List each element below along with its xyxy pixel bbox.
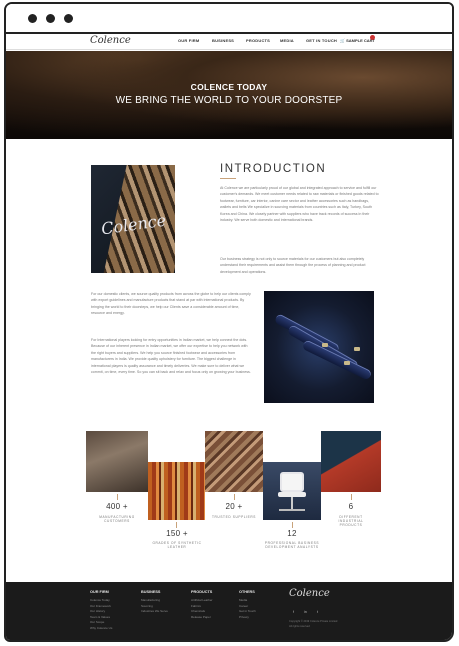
facebook-icon[interactable]: f [293, 610, 294, 614]
footer-heading: BUSINESS [141, 590, 161, 594]
hero-subtitle: WE BRING THE WORLD TO YOUR DOORSTEP [115, 95, 343, 106]
footer-heading: PRODUCTS [191, 590, 213, 594]
hero-banner: COLENCE TODAY WE BRING THE WORLD TO YOUR… [6, 51, 452, 139]
stat-label: MANUFACTURING CUSTOMERS [99, 515, 135, 524]
intro-heading: INTRODUCTION [220, 163, 327, 175]
footer-column-our-firm: OUR FIRM Colence Today Our Framework Our… [90, 590, 112, 631]
cart-badge [370, 35, 375, 40]
nav-item-products[interactable]: PRODUCTS [246, 38, 280, 43]
stat-label: GRADES OF SYNTHETIC LEATHER [152, 541, 202, 550]
stat-number: 20 + [225, 502, 243, 511]
footer-link[interactable]: Get in Touch [239, 609, 256, 615]
nav-item-our-firm[interactable]: OUR FIRM [178, 38, 212, 43]
footer-link[interactable]: Colence Today [90, 598, 112, 604]
fabric-stack-photo [205, 431, 263, 492]
stat-tick [351, 494, 352, 500]
chair-back [280, 472, 304, 492]
intro-image: Colence [91, 165, 175, 273]
footer-heading: OTHERS [239, 590, 255, 594]
leather-swatches-photo [148, 462, 205, 520]
footer-link[interactable]: Release Paper [191, 615, 213, 621]
roll-material-photo [321, 431, 381, 492]
footer-heading: OUR FIRM [90, 590, 109, 594]
factory-photo [86, 431, 148, 492]
stat-tick [117, 494, 118, 500]
window-chrome [6, 4, 452, 34]
footer-column-products: PRODUCTS Artificial Leather Fabrics Chem… [191, 590, 213, 620]
twitter-icon[interactable]: t [317, 610, 318, 614]
stat-label: DIFFERENT INDUSTRIAL PRODUCTS [338, 515, 364, 528]
buckle-detail [322, 343, 328, 347]
rights-text: All rights reserved [289, 625, 310, 628]
intro-paragraph-3: For our domestic clients, we source qual… [91, 292, 251, 316]
window-dot-icon[interactable] [64, 14, 73, 23]
nav-item-business[interactable]: BUSINESS [212, 38, 246, 43]
site-logo[interactable]: Colence [90, 35, 131, 46]
stat-number: 6 [348, 502, 354, 511]
stat-number: 150 + [166, 529, 188, 538]
footer-link[interactable]: Privacy [239, 615, 256, 621]
browser-window: Colence OUR FIRM BUSINESS PRODUCTS MEDIA… [4, 2, 454, 642]
intro-paragraph-4: For International players looking for en… [91, 338, 251, 375]
intro-paragraph-2: Our business strategy is not only to sou… [220, 257, 366, 274]
nav-item-media[interactable]: MEDIA [280, 38, 306, 43]
intro-paragraph-1: At Colence we are particularly proud of … [220, 186, 379, 223]
footer-link[interactable]: Artificial Leather [191, 598, 213, 604]
stat-tick [234, 494, 235, 500]
window-dot-icon[interactable] [28, 14, 37, 23]
chair-base [279, 509, 305, 511]
heading-underline [220, 178, 236, 179]
footer-link[interactable]: Why Colence Us [90, 626, 112, 632]
chair-stem [291, 497, 293, 509]
stat-number: 12 [287, 529, 297, 538]
sample-cart-link[interactable]: 🛒 SAMPLE CART [340, 35, 375, 43]
footer-link[interactable]: Industries We Serve [141, 609, 168, 615]
stat-label: PROFESSIONAL BUSINESS DEVELOPMENT ANALYS… [264, 541, 320, 550]
buckle-detail [354, 347, 360, 351]
buckle-detail [344, 361, 350, 365]
cart-icon: 🛒 [340, 38, 345, 43]
top-navigation: Colence OUR FIRM BUSINESS PRODUCTS MEDIA… [6, 34, 452, 50]
chair-photo [263, 462, 321, 520]
copyright-text: Copyright © 2019 Colence Private Limited [289, 620, 338, 623]
stat-label: TRUSTED SUPPLIERS [211, 515, 257, 519]
stat-number: 400 + [106, 502, 128, 511]
insoles-image [264, 291, 374, 403]
hero-title: COLENCE TODAY [190, 82, 268, 92]
window-dot-icon[interactable] [46, 14, 55, 23]
footer-logo[interactable]: Colence [289, 588, 330, 599]
main-menu: OUR FIRM BUSINESS PRODUCTS MEDIA GET IN … [178, 38, 346, 43]
linkedin-icon[interactable]: in [304, 610, 307, 614]
stat-tick [292, 522, 293, 528]
footer-column-others: OTHERS Media Career Get in Touch Privacy [239, 590, 256, 620]
stat-tick [176, 522, 177, 528]
footer-column-business: BUSINESS Manufacturing Sourcing Industri… [141, 590, 168, 615]
site-footer: OUR FIRM Colence Today Our Framework Our… [6, 582, 452, 640]
